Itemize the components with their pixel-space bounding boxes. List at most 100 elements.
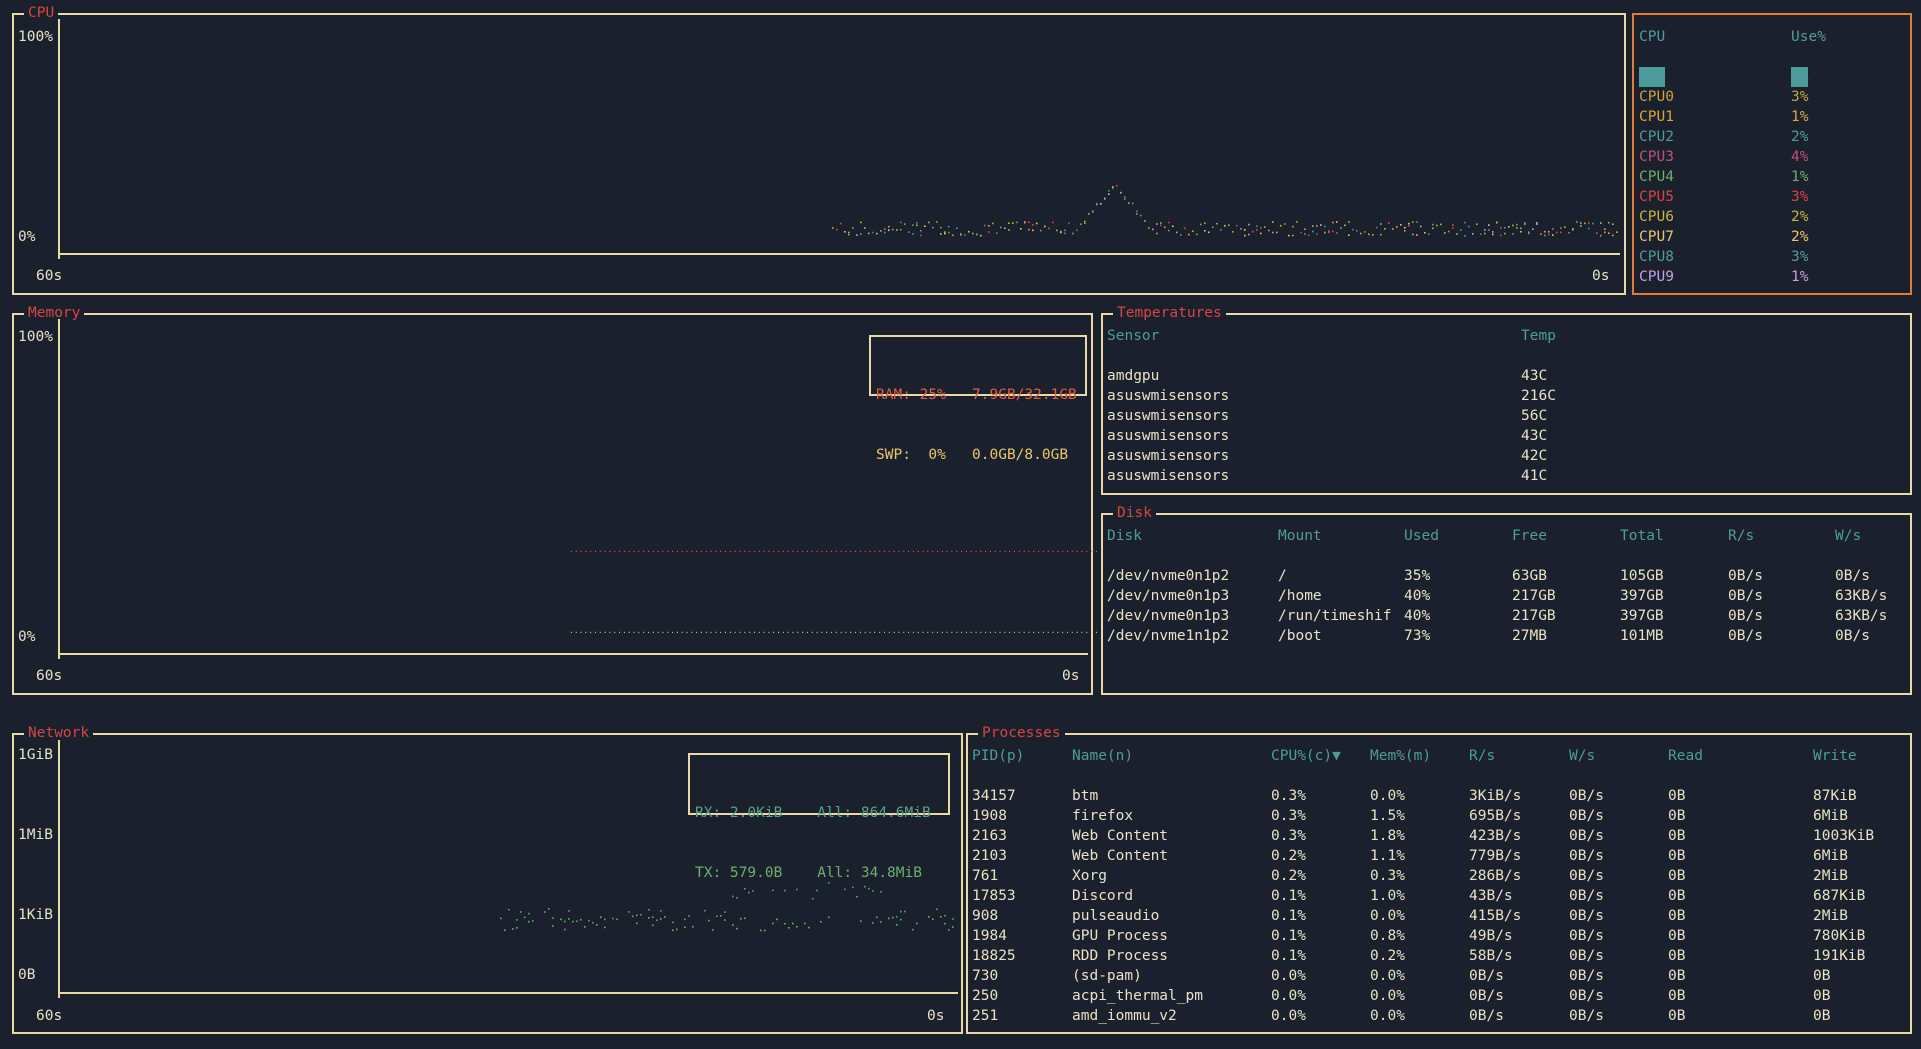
- disk-header-total[interactable]: Total: [1620, 526, 1664, 546]
- process-cell-name[interactable]: RDD Process: [1072, 946, 1168, 966]
- process-header-cpu[interactable]: CPU%(c)▼: [1271, 746, 1341, 766]
- cpu-trace-dot: [848, 231, 850, 234]
- cpu-trace-dot: [908, 231, 910, 233]
- cpu-trace-dot: [1332, 221, 1334, 224]
- process-cell-name[interactable]: btm: [1072, 786, 1098, 806]
- cpu-trace-dot: [948, 231, 950, 234]
- cpu-trace-dot: [956, 227, 958, 230]
- process-header-mem[interactable]: Mem%(m): [1370, 746, 1431, 766]
- process-cell-name[interactable]: pulseaudio: [1072, 906, 1159, 926]
- cpu-trace-dot: [840, 222, 842, 225]
- memory-x-right-label: 0s: [1062, 668, 1080, 684]
- cpu-trace-dot: [1156, 223, 1158, 225]
- process-header-name[interactable]: Name(n): [1072, 746, 1133, 766]
- disk-cell: 63KB/s: [1835, 608, 1888, 624]
- process-cell-name[interactable]: Xorg: [1072, 866, 1107, 886]
- cpu-table-panel[interactable]: CPU Use% AVG 1% CPU0 3% CPU1 1% CPU2 2% CPU3 4% CP…: [1632, 13, 1912, 295]
- process-cell-mem: 0.0%: [1370, 908, 1405, 924]
- process-cell-rps: 0B/s: [1469, 988, 1504, 1004]
- process-cell-name[interactable]: GPU Process: [1072, 926, 1168, 946]
- network-trace-dot: [952, 926, 954, 928]
- process-cell-name[interactable]: (sd-pam): [1072, 966, 1142, 986]
- process-cell-name[interactable]: firefox: [1072, 806, 1133, 826]
- network-trace-dot: [684, 918, 686, 921]
- cpu-trace-dot: [1236, 224, 1238, 227]
- process-cell-name[interactable]: Web Content: [1072, 826, 1168, 846]
- network-trace-dot: [952, 918, 954, 920]
- cpu-trace-dot: [936, 221, 938, 223]
- cpu-trace-dot: [912, 224, 914, 226]
- disk-header-ws[interactable]: W/s: [1835, 526, 1861, 546]
- process-cell-pid: 250: [972, 988, 999, 1004]
- cpu-trace-dot: [1080, 223, 1082, 225]
- disk-header-rs[interactable]: R/s: [1728, 526, 1754, 546]
- temp-sensor-name: asuswmisensors: [1107, 468, 1230, 484]
- cpu-trace-dot: [1324, 225, 1326, 228]
- process-cell-name[interactable]: Discord: [1072, 886, 1133, 906]
- cpu-trace-dot: [920, 230, 922, 232]
- process-cell-wps: 0B/s: [1569, 988, 1604, 1004]
- processes-panel[interactable]: Processes PID(p) Name(n) CPU%(c)▼ Mem%(m) R/…: [966, 724, 1912, 1034]
- network-trace-dot: [576, 920, 578, 922]
- network-trace-dot: [656, 919, 658, 922]
- disk-panel[interactable]: Disk Disk Mount Used Free Total R/s W/s /dev/n…: [1101, 504, 1912, 695]
- process-cell-read: 0B: [1668, 848, 1686, 864]
- network-trace-dot: [584, 926, 586, 928]
- cpu-trace-dot: [1108, 193, 1110, 195]
- cpu-row-name: AVG: [1639, 67, 1666, 87]
- temperatures-panel[interactable]: Temperatures Sensor Temp amdgpu 43C asuswm…: [1101, 304, 1912, 495]
- cpu-trace-dot: [1464, 235, 1466, 237]
- disk-header-mount[interactable]: Mount: [1278, 526, 1322, 546]
- process-cell-read: 0B: [1668, 888, 1686, 904]
- network-legend: RX: 2.0KiB All: 864.6MiB TX: 579.0B All:…: [688, 753, 950, 881]
- process-header-read[interactable]: Read: [1668, 746, 1703, 766]
- network-trace-dot: [512, 928, 514, 930]
- disk-header-used[interactable]: Used: [1404, 526, 1439, 546]
- disk-cell: 63KB/s: [1835, 588, 1888, 604]
- cpu-trace-dot: [1580, 225, 1582, 227]
- swap-usage-line: ........................................…: [569, 627, 1099, 635]
- process-header-write[interactable]: Write: [1813, 746, 1857, 766]
- cpu-trace-dot: [1168, 229, 1170, 232]
- process-cell-cpu: 0.0%: [1271, 1008, 1306, 1024]
- cpu-trace-dot: [1604, 228, 1606, 230]
- network-trace-dot: [808, 926, 810, 929]
- process-header-rps[interactable]: R/s: [1469, 746, 1495, 766]
- process-cell-name[interactable]: acpi_thermal_pm: [1072, 986, 1203, 1006]
- cpu-trace-dot: [860, 233, 862, 235]
- cpu-trace-dot: [1256, 229, 1258, 231]
- process-cell-pid: 1908: [972, 808, 1007, 824]
- cpu-trace-dot: [1472, 233, 1474, 235]
- cpu-trace-dot: [1184, 227, 1186, 230]
- cpu-graph-panel[interactable]: CPU 100% 0% 60s 0s: [12, 4, 1626, 295]
- cpu-row-name: CPU1: [1639, 109, 1674, 125]
- process-cell-cpu: 0.1%: [1271, 928, 1306, 944]
- process-cell-name[interactable]: amd_iommu_v2: [1072, 1006, 1177, 1026]
- cpu-trace-dot: [1512, 233, 1514, 235]
- cpu-trace-dot: [1100, 203, 1102, 205]
- cpu-trace-dot: [1536, 223, 1538, 225]
- network-panel[interactable]: Network 1GiB 1MiB 1KiB 0B 60s 0s RX: 2.0…: [12, 724, 963, 1034]
- cpu-trace-dot: [1288, 234, 1290, 237]
- cpu-row-name: CPU4: [1639, 169, 1674, 185]
- cpu-trace-dot: [1156, 232, 1158, 235]
- network-trace-dot: [600, 916, 602, 918]
- process-header-pid[interactable]: PID(p): [972, 746, 1024, 766]
- process-cell-name[interactable]: Web Content: [1072, 846, 1168, 866]
- cpu-trace-dot: [1336, 232, 1338, 234]
- cpu-trace-dot: [1260, 232, 1262, 235]
- cpu-trace-dot: [856, 234, 858, 236]
- disk-header-disk[interactable]: Disk: [1107, 526, 1142, 546]
- cpu-trace-dot: [1028, 228, 1030, 231]
- cpu-trace-dot: [1324, 231, 1326, 234]
- cpu-trace-dot: [1164, 226, 1166, 228]
- memory-panel[interactable]: Memory 100% 0% 60s 0s ..................…: [12, 304, 1099, 695]
- process-header-wps[interactable]: W/s: [1569, 746, 1595, 766]
- cpu-trace-dot: [1084, 220, 1086, 223]
- memory-y-bottom-label: 0%: [18, 629, 36, 645]
- disk-header-free[interactable]: Free: [1512, 526, 1547, 546]
- cpu-trace-dot: [1092, 210, 1094, 212]
- process-cell-mem: 1.5%: [1370, 808, 1405, 824]
- network-trace-dot: [944, 914, 946, 917]
- cpu-trace-dot: [1240, 228, 1242, 230]
